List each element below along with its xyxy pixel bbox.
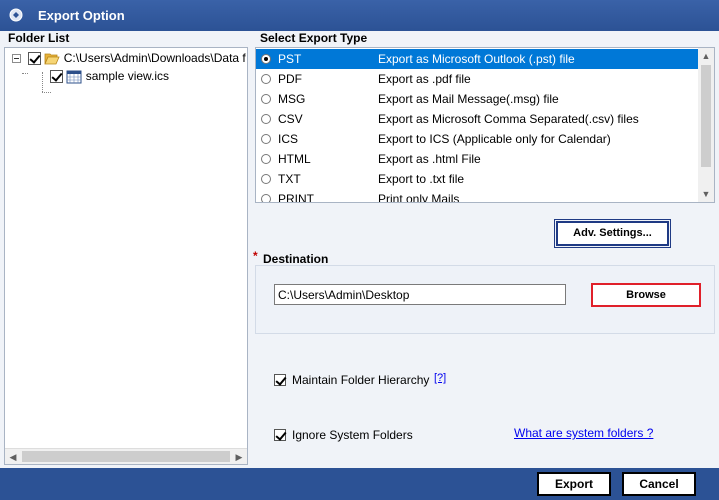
export-option-pst[interactable]: PST Export as Microsoft Outlook (.pst) f…: [256, 49, 699, 69]
footer-bar: Export Cancel: [0, 468, 719, 500]
scroll-up-icon[interactable]: ▲: [698, 48, 714, 64]
export-option-pdf[interactable]: PDF Export as .pdf file: [256, 69, 699, 89]
required-marker: *: [253, 249, 258, 263]
tree-connector: [22, 73, 28, 74]
export-option-name: PDF: [278, 72, 302, 86]
export-option-txt[interactable]: TXT Export to .txt file: [256, 169, 699, 189]
help-link[interactable]: [?]: [434, 372, 446, 384]
radio-button[interactable]: [261, 54, 271, 64]
export-button[interactable]: Export: [537, 472, 611, 496]
scroll-right-icon[interactable]: ▶: [231, 449, 247, 465]
export-option-name: PRINT: [278, 192, 314, 203]
export-option-desc: Export as .pdf file: [378, 72, 471, 86]
export-option-desc: Export as Mail Message(.msg) file: [378, 92, 559, 106]
export-option-name: ICS: [278, 132, 299, 146]
ignore-system-label: Ignore System Folders: [292, 428, 413, 442]
export-type-list[interactable]: PST Export as Microsoft Outlook (.pst) f…: [255, 47, 715, 203]
scroll-thumb[interactable]: [22, 451, 230, 462]
export-option-desc: Export as Microsoft Outlook (.pst) file: [378, 52, 575, 66]
ignore-system-checkbox[interactable]: [274, 428, 286, 441]
calendar-file-icon: [66, 70, 82, 84]
export-option-desc: Export to .txt file: [378, 172, 465, 186]
system-folders-link[interactable]: What are system folders ?: [514, 426, 653, 440]
folder-list-label: Folder List: [8, 31, 70, 45]
export-option-name: HTML: [278, 152, 311, 166]
folder-open-icon: [44, 53, 60, 65]
scroll-left-icon[interactable]: ◀: [5, 449, 21, 465]
child-file-name: sample view.ics: [85, 69, 170, 83]
radio-button[interactable]: [261, 114, 271, 124]
export-vertical-scrollbar[interactable]: ▲ ▼: [698, 48, 714, 202]
main-area: Folder List C:\Users\Admin\Downloads\Dat…: [0, 31, 719, 468]
radio-button[interactable]: [261, 154, 271, 164]
ignore-system-option[interactable]: Ignore System Folders: [274, 427, 413, 443]
destination-path-input[interactable]: [274, 284, 566, 305]
maintain-hierarchy-label: Maintain Folder Hierarchy: [292, 373, 430, 387]
collapse-icon[interactable]: [12, 54, 21, 63]
root-folder-path: C:\Users\Admin\Downloads\Data f: [63, 51, 246, 65]
maintain-hierarchy-option[interactable]: Maintain Folder Hierarchy: [274, 372, 429, 388]
scroll-down-icon[interactable]: ▼: [698, 186, 714, 202]
browse-button[interactable]: Browse: [591, 283, 701, 307]
radio-button[interactable]: [261, 94, 271, 104]
export-option-msg[interactable]: MSG Export as Mail Message(.msg) file: [256, 89, 699, 109]
scroll-thumb[interactable]: [701, 65, 711, 167]
title-bar: Export Option: [0, 0, 719, 31]
tree-connector: [42, 72, 43, 92]
cancel-button[interactable]: Cancel: [622, 472, 696, 496]
radio-button[interactable]: [261, 74, 271, 84]
export-option-print[interactable]: PRINT Print only Mails: [256, 189, 699, 203]
app-icon: [9, 8, 23, 22]
export-option-ics[interactable]: ICS Export to ICS (Applicable only for C…: [256, 129, 699, 149]
destination-label: Destination: [263, 252, 329, 266]
export-option-name: CSV: [278, 112, 303, 126]
export-option-name: MSG: [278, 92, 306, 106]
export-type-label: Select Export Type: [260, 31, 368, 45]
radio-button[interactable]: [261, 194, 271, 202]
export-option-desc: Print only Mails: [378, 192, 460, 203]
export-option-name: TXT: [278, 172, 301, 186]
tree-child-row[interactable]: sample view.ics: [50, 69, 230, 86]
radio-button[interactable]: [261, 134, 271, 144]
root-checkbox[interactable]: [28, 52, 41, 66]
window-title: Export Option: [38, 8, 125, 23]
export-option-desc: Export as .html File: [378, 152, 481, 166]
export-option-desc: Export as Microsoft Comma Separated(.csv…: [378, 112, 639, 126]
export-option-html[interactable]: HTML Export as .html File: [256, 149, 699, 169]
child-checkbox[interactable]: [50, 70, 63, 84]
radio-button[interactable]: [261, 174, 271, 184]
folder-horizontal-scrollbar[interactable]: ◀ ▶: [5, 448, 247, 464]
export-option-csv[interactable]: CSV Export as Microsoft Comma Separated(…: [256, 109, 699, 129]
export-option-name: PST: [278, 52, 302, 66]
folder-tree[interactable]: C:\Users\Admin\Downloads\Data f sample v…: [4, 47, 248, 465]
tree-root-row[interactable]: C:\Users\Admin\Downloads\Data f: [28, 51, 248, 68]
adv-settings-button[interactable]: Adv. Settings...: [554, 219, 671, 248]
export-option-desc: Export to ICS (Applicable only for Calen…: [378, 132, 611, 146]
tree-connector: [42, 92, 51, 93]
maintain-hierarchy-checkbox[interactable]: [274, 373, 286, 386]
